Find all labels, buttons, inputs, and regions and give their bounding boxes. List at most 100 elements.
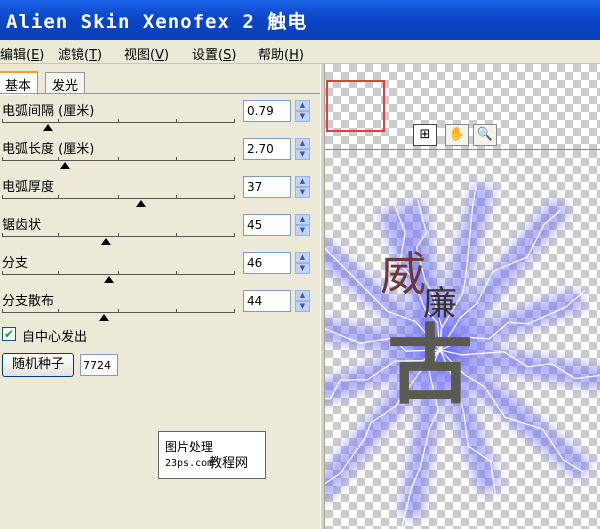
slider-tick: [2, 195, 3, 199]
slider-tick: [234, 157, 235, 161]
param-label: 分支: [2, 256, 29, 271]
slider-tick: [2, 233, 3, 237]
spin-up-icon[interactable]: ▲: [295, 214, 310, 225]
slider-tick: [58, 233, 59, 237]
param-spinner[interactable]: ▲ ▼: [295, 290, 310, 312]
param-value-field[interactable]: 44: [243, 290, 291, 312]
slider-tick: [176, 157, 177, 161]
tab-divider: [0, 93, 320, 94]
spin-down-icon[interactable]: ▼: [295, 149, 310, 160]
param-spinner[interactable]: ▲ ▼: [295, 252, 310, 274]
param-spinner[interactable]: ▲ ▼: [295, 138, 310, 160]
slider-tick: [118, 119, 119, 123]
slider-thumb[interactable]: [101, 238, 111, 245]
param-value-field[interactable]: 2.70: [243, 138, 291, 160]
slider-tick: [234, 195, 235, 199]
spin-up-icon[interactable]: ▲: [295, 138, 310, 149]
param-row-2: 电弧厚度 37 ▲ ▼: [0, 176, 320, 214]
menu-help[interactable]: 帮助(H): [258, 44, 304, 63]
param-row-3: 锯齿状 45 ▲ ▼: [0, 214, 320, 252]
slider-tick: [234, 119, 235, 123]
slider-tick: [2, 271, 3, 275]
slider-tick: [176, 271, 177, 275]
param-spinner[interactable]: ▲ ▼: [295, 176, 310, 198]
navigator-viewport-rect[interactable]: [326, 80, 385, 132]
slider-tick: [58, 119, 59, 123]
spin-down-icon[interactable]: ▼: [295, 263, 310, 274]
spin-up-icon[interactable]: ▲: [295, 252, 310, 263]
slider-tick: [118, 157, 119, 161]
magnifier-icon[interactable]: 🔍: [473, 124, 497, 146]
param-value-field[interactable]: 0.79: [243, 100, 291, 122]
window-title: Alien Skin Xenofex 2 触电: [6, 11, 308, 33]
preview-char-0: 威: [380, 247, 426, 301]
spin-up-icon[interactable]: ▲: [295, 290, 310, 301]
random-seed-value[interactable]: 7724: [80, 354, 118, 376]
slider-thumb[interactable]: [104, 276, 114, 283]
menu-bar: 编辑(E) 滤镜(T) 视图(V) 设置(S) 帮助(H): [0, 40, 600, 64]
spin-up-icon[interactable]: ▲: [295, 100, 310, 111]
tab-strip: 基本 发光: [0, 71, 320, 95]
slider-thumb[interactable]: [43, 124, 53, 131]
slider-thumb[interactable]: [60, 162, 70, 169]
watermark-line2: 23ps.com: [165, 458, 214, 469]
slider-tick: [176, 119, 177, 123]
spin-down-icon[interactable]: ▼: [295, 225, 310, 236]
watermark-line3: 教程网: [209, 456, 249, 471]
param-label: 分支散布: [2, 294, 55, 309]
param-row-4: 分支 46 ▲ ▼: [0, 252, 320, 290]
spin-down-icon[interactable]: ▼: [295, 301, 310, 312]
param-value-field[interactable]: 37: [243, 176, 291, 198]
spin-up-icon[interactable]: ▲: [295, 176, 310, 187]
tab-basic[interactable]: 基本: [0, 71, 39, 95]
hand-icon[interactable]: ✋: [445, 124, 469, 146]
param-row-0: 电弧间隔 (厘米) 0.79 ▲ ▼: [0, 100, 320, 138]
slider-tick: [2, 119, 3, 123]
slider-tick: [234, 271, 235, 275]
param-value-field[interactable]: 46: [243, 252, 291, 274]
title-bar: Alien Skin Xenofex 2 触电: [0, 0, 600, 40]
param-spinner[interactable]: ▲ ▼: [295, 214, 310, 236]
param-spinner[interactable]: ▲ ▼: [295, 100, 310, 122]
lightning-preview-image: 威 廉 古: [325, 182, 600, 526]
watermark-line1: 图片处理: [165, 440, 214, 454]
slider-tick: [176, 309, 177, 313]
emit-from-center-checkbox[interactable]: ✔: [2, 327, 16, 341]
settings-panel: 基本 发光 电弧间隔 (厘米) 0.79 ▲ ▼ 电弧长度 (厘米) 2.70 ▲ ▼ 电弧厚度…: [0, 64, 320, 529]
spin-down-icon[interactable]: ▼: [295, 187, 310, 198]
param-label: 锯齿状: [2, 218, 42, 233]
random-seed-button[interactable]: 随机种子: [2, 353, 74, 377]
slider-tick: [58, 309, 59, 313]
slider-tick: [58, 157, 59, 161]
slider-tick: [2, 309, 3, 313]
param-label: 电弧间隔 (厘米): [2, 104, 95, 119]
param-value-field[interactable]: 45: [243, 214, 291, 236]
spin-down-icon[interactable]: ▼: [295, 111, 310, 122]
preview-canvas[interactable]: 威 廉 古: [325, 149, 600, 529]
preview-char-2: 古: [387, 315, 473, 416]
slider-tick: [118, 271, 119, 275]
menu-view[interactable]: 视图(V): [124, 44, 169, 63]
slider-tick: [234, 309, 235, 313]
slider-tick: [234, 233, 235, 237]
slider-tick: [118, 233, 119, 237]
slider-tick: [2, 157, 3, 161]
menu-filter[interactable]: 滤镜(T): [58, 44, 102, 63]
slider-tick: [176, 195, 177, 199]
slider-tick: [118, 195, 119, 199]
emit-from-center-label: 自中心发出: [22, 330, 88, 345]
slider-tick: [176, 233, 177, 237]
zoom-preview-icon[interactable]: ⊞: [413, 124, 437, 146]
tab-glow[interactable]: 发光: [45, 72, 86, 94]
slider-thumb[interactable]: [136, 200, 146, 207]
watermark-logo: 图片处理 教程网 23ps.com: [158, 431, 266, 479]
slider-thumb[interactable]: [99, 314, 109, 321]
menu-edit[interactable]: 编辑(E): [0, 44, 44, 63]
preview-panel: ⊞ ✋ 🔍 威 廉 古: [325, 64, 600, 529]
slider-tick: [118, 309, 119, 313]
slider-tick: [58, 271, 59, 275]
slider-tick: [58, 195, 59, 199]
param-row-1: 电弧长度 (厘米) 2.70 ▲ ▼: [0, 138, 320, 176]
menu-settings[interactable]: 设置(S): [192, 44, 236, 63]
param-row-5: 分支散布 44 ▲ ▼: [0, 290, 320, 328]
